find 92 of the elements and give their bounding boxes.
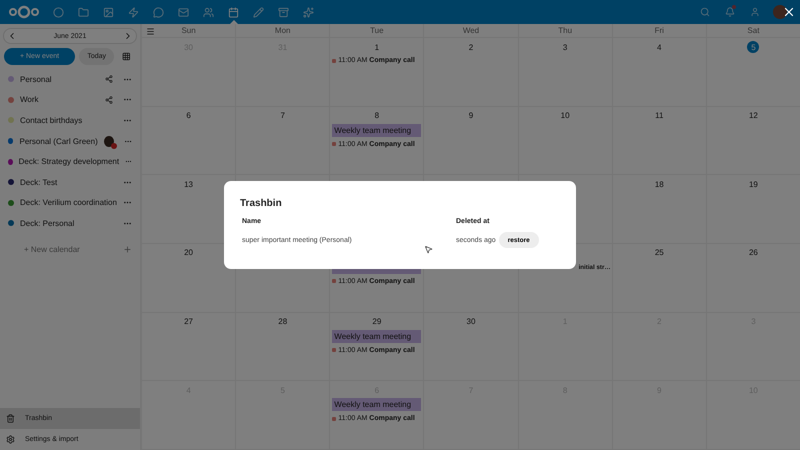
image-icon[interactable] xyxy=(103,6,114,18)
archive-icon[interactable] xyxy=(278,6,289,18)
weekday-label: Wed xyxy=(423,24,518,37)
day-cell[interactable]: 5 xyxy=(706,38,800,107)
calendar-name[interactable]: Deck: Personal xyxy=(20,218,117,228)
people-icon[interactable] xyxy=(203,6,214,18)
day-cell[interactable]: 11 xyxy=(612,106,706,176)
calendar-color-dot[interactable] xyxy=(8,158,13,165)
weekday-label: Tue xyxy=(329,24,424,37)
weekday-label: Thu xyxy=(518,24,612,37)
day-number[interactable]: 5 xyxy=(747,41,760,53)
calendar-name[interactable]: Work xyxy=(20,95,99,104)
weekday-label: Sun xyxy=(141,24,236,37)
cursor-icon xyxy=(424,245,433,254)
trash-icon xyxy=(6,414,15,423)
dialog-title: Trashbin xyxy=(240,198,283,209)
calendar-icon[interactable] xyxy=(228,6,239,18)
calendar-name[interactable]: Deck: Test xyxy=(20,178,117,187)
day-cell[interactable]: 30 xyxy=(423,312,518,382)
day-number[interactable]: 9 xyxy=(468,111,474,120)
calendar-color-dot[interactable] xyxy=(8,220,14,226)
day-cell[interactable]: 9 xyxy=(423,106,518,176)
user-icon[interactable] xyxy=(750,7,760,17)
weekday-label: Sat xyxy=(706,24,800,37)
day-cell[interactable]: 6 xyxy=(141,106,236,176)
menu-icon[interactable] xyxy=(146,27,155,36)
pencil-icon[interactable] xyxy=(253,6,264,18)
circle-icon[interactable] xyxy=(53,6,64,18)
day-number[interactable]: 6 xyxy=(186,111,191,120)
day-cell[interactable]: 27 xyxy=(141,312,236,382)
day-cell[interactable]: 7 xyxy=(235,106,330,176)
day-cell[interactable]: 3 xyxy=(518,38,612,107)
day-cell[interactable]: 12 xyxy=(706,106,800,176)
day-number[interactable]: 27 xyxy=(184,317,194,326)
day-number[interactable]: 11 xyxy=(655,111,664,120)
weekday-label: Mon xyxy=(235,24,330,37)
day-number[interactable]: 29 xyxy=(372,317,382,326)
day-number[interactable]: 3 xyxy=(562,42,568,52)
day-cell[interactable]: 28 xyxy=(235,312,330,382)
settings-icon xyxy=(6,435,15,444)
calendar-name[interactable]: Deck: Strategy development xyxy=(18,157,120,166)
calendar-color-dot[interactable] xyxy=(8,76,14,82)
day-cell[interactable]: 2 xyxy=(423,38,518,107)
day-number[interactable]: 25 xyxy=(654,248,664,258)
calendar-color-dot[interactable] xyxy=(8,117,14,124)
share-icon[interactable] xyxy=(105,75,113,84)
day-number[interactable]: 28 xyxy=(278,317,288,326)
day-number[interactable]: 2 xyxy=(468,42,474,52)
day-cell[interactable]: 19 xyxy=(706,175,800,244)
day-number[interactable]: 26 xyxy=(748,248,758,258)
new-calendar-link[interactable]: + New calendar xyxy=(24,245,123,254)
calendar-color-dot[interactable] xyxy=(8,96,14,103)
day-cell[interactable]: 25 xyxy=(612,244,706,313)
calendar-name[interactable]: Contact birthdays xyxy=(20,116,117,125)
calendar-color-dot[interactable] xyxy=(8,138,14,144)
grid-icon[interactable] xyxy=(122,52,131,61)
event[interactable]: Weekly team meeting xyxy=(332,398,422,412)
calendar-color-dot[interactable] xyxy=(8,179,14,186)
day-cell[interactable]: 10 xyxy=(518,106,612,176)
day-number[interactable]: 10 xyxy=(560,111,570,120)
day-number[interactable]: 8 xyxy=(374,111,380,120)
day-cell[interactable]: 4 xyxy=(612,38,706,107)
share-icon[interactable] xyxy=(105,96,113,104)
day-number[interactable]: 7 xyxy=(280,111,285,120)
day-number[interactable]: 4 xyxy=(657,42,662,52)
day-number[interactable]: 30 xyxy=(466,317,476,326)
day-number[interactable]: 13 xyxy=(184,180,194,189)
search-icon[interactable] xyxy=(700,7,710,17)
avatar[interactable] xyxy=(772,5,786,19)
calendar-name[interactable]: Personal xyxy=(20,74,99,84)
mail-icon[interactable] xyxy=(178,6,189,18)
bell-icon[interactable] xyxy=(724,7,734,17)
calendar-name[interactable]: Deck: Verilium coordination xyxy=(20,198,117,208)
event[interactable]: Weekly team meeting xyxy=(332,124,422,137)
day-number[interactable]: 18 xyxy=(654,180,664,189)
folder-icon[interactable] xyxy=(78,6,89,18)
plus-icon[interactable] xyxy=(123,245,132,254)
day-number[interactable]: 12 xyxy=(748,111,758,120)
chat-icon[interactable] xyxy=(153,6,164,18)
lightning-icon[interactable] xyxy=(128,6,139,18)
weekday-label: Fri xyxy=(612,24,706,37)
event[interactable]: Weekly team meeting xyxy=(332,330,422,343)
calendar-name[interactable]: Personal (Carl Green) xyxy=(19,136,98,146)
calendar-color-dot[interactable] xyxy=(8,200,14,206)
logo-icon[interactable] xyxy=(8,5,40,19)
sparkle-icon[interactable] xyxy=(303,6,314,18)
day-cell[interactable]: 26 xyxy=(706,244,800,313)
day-cell[interactable]: 18 xyxy=(612,175,706,244)
day-number[interactable]: 1 xyxy=(374,42,380,52)
close-button[interactable] xyxy=(782,5,796,19)
day-number[interactable]: 19 xyxy=(748,180,758,189)
day-number[interactable]: 20 xyxy=(184,248,194,258)
